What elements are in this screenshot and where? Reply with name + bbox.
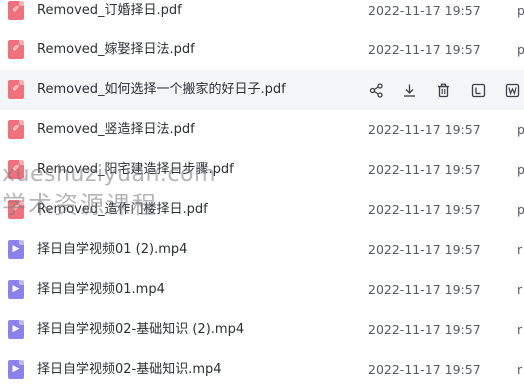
- word-convert-icon[interactable]: [503, 81, 521, 99]
- file-name[interactable]: Removed_造作门楼择日.pdf: [37, 190, 208, 230]
- file-row[interactable]: ✐ Removed_阳宅建造择日步骤.pdf 2022-11-17 19:57 …: [0, 150, 524, 190]
- file-row[interactable]: ✐ Removed_竖造择日法.pdf 2022-11-17 19:57 p: [0, 110, 524, 150]
- file-type: p: [517, 3, 524, 18]
- pdf-file-icon: ✐: [8, 80, 24, 99]
- share-icon[interactable]: [367, 81, 385, 99]
- file-date: 2022-11-17 19:57: [368, 362, 481, 377]
- file-row[interactable]: ✐ Removed_造作门楼择日.pdf 2022-11-17 19:57 p: [0, 190, 524, 230]
- file-row-hovered[interactable]: ✐ Removed_如何选择一个搬家的好日子.pdf: [0, 70, 524, 110]
- file-date: 2022-11-17 19:57: [368, 122, 481, 137]
- file-date: 2022-11-17 19:57: [368, 202, 481, 217]
- pdf-file-icon: ✐: [8, 160, 24, 179]
- video-file-icon: ▶: [8, 280, 24, 299]
- download-icon[interactable]: [400, 81, 418, 99]
- file-name[interactable]: 择日自学视频02-基础知识.mp4: [37, 350, 222, 390]
- file-type: p: [517, 42, 524, 57]
- file-row[interactable]: ▶ 择日自学视频01.mp4 2022-11-17 19:57 r: [0, 270, 524, 310]
- file-date: 2022-11-17 19:57: [368, 42, 481, 57]
- file-date: 2022-11-17 19:57: [368, 322, 481, 337]
- pdf-file-icon: ✐: [8, 1, 24, 20]
- file-row[interactable]: ▶ 择日自学视频02-基础知识.mp4 2022-11-17 19:57 r: [0, 350, 524, 390]
- text-extract-icon[interactable]: [469, 81, 487, 99]
- file-type: r: [517, 282, 523, 297]
- pdf-file-icon: ✐: [8, 120, 24, 139]
- file-type: r: [517, 322, 523, 337]
- file-date: 2022-11-17 19:57: [368, 162, 481, 177]
- file-date: 2022-11-17 19:57: [368, 282, 481, 297]
- delete-icon[interactable]: [434, 81, 452, 99]
- file-name[interactable]: 择日自学视频01 (2).mp4: [37, 230, 187, 270]
- file-name[interactable]: Removed_阳宅建造择日步骤.pdf: [37, 150, 234, 190]
- file-type: p: [517, 202, 524, 217]
- video-file-icon: ▶: [8, 320, 24, 339]
- file-type: p: [517, 122, 524, 137]
- file-name[interactable]: Removed_嫁娶择日法.pdf: [37, 30, 195, 70]
- file-type: r: [517, 242, 523, 257]
- file-date: 2022-11-17 19:57: [368, 3, 481, 18]
- file-name[interactable]: 择日自学视频01.mp4: [37, 270, 165, 310]
- file-date: 2022-11-17 19:57: [368, 242, 481, 257]
- pdf-file-icon: ✐: [8, 200, 24, 219]
- file-row[interactable]: ✐ Removed_订婚择日.pdf 2022-11-17 19:57 p: [0, 0, 524, 31]
- file-row[interactable]: ▶ 择日自学视频01 (2).mp4 2022-11-17 19:57 r: [0, 230, 524, 270]
- pdf-file-icon: ✐: [8, 40, 24, 59]
- file-name[interactable]: Removed_如何选择一个搬家的好日子.pdf: [37, 70, 286, 110]
- file-name[interactable]: Removed_订婚择日.pdf: [37, 0, 182, 31]
- file-type: p: [517, 162, 524, 177]
- file-list: ✐ Removed_订婚择日.pdf 2022-11-17 19:57 p ✐ …: [0, 0, 524, 379]
- row-actions: [362, 70, 524, 110]
- video-file-icon: ▶: [8, 240, 24, 259]
- file-row[interactable]: ✐ Removed_嫁娶择日法.pdf 2022-11-17 19:57 p: [0, 30, 524, 70]
- file-name[interactable]: 择日自学视频02-基础知识 (2).mp4: [37, 310, 244, 350]
- file-type: r: [517, 362, 523, 377]
- file-row[interactable]: ▶ 择日自学视频02-基础知识 (2).mp4 2022-11-17 19:57…: [0, 310, 524, 350]
- file-name[interactable]: Removed_竖造择日法.pdf: [37, 110, 195, 150]
- video-file-icon: ▶: [8, 360, 24, 379]
